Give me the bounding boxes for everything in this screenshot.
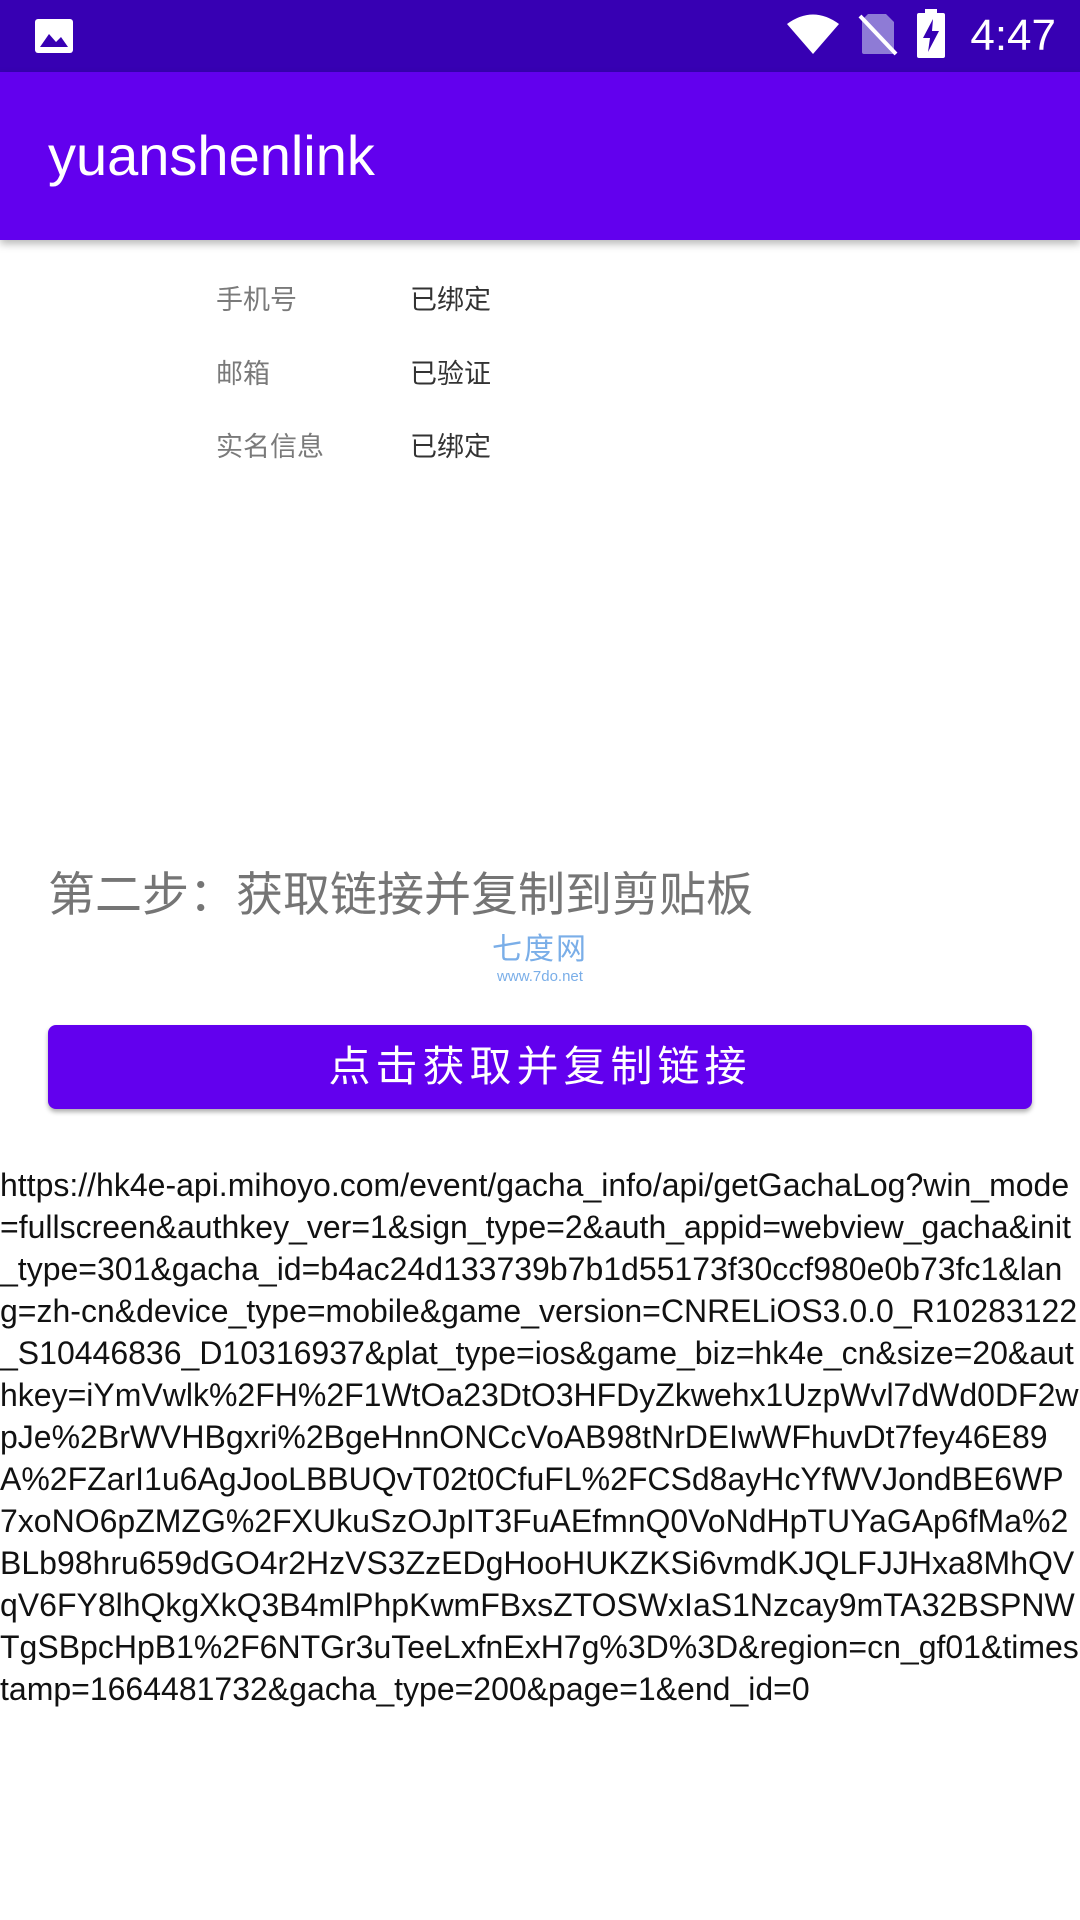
image-icon [34,18,74,54]
status-icons: 4:47 [768,0,1056,72]
watermark-name: 七度网 [492,932,588,967]
info-row-email: 邮箱 已验证 [216,351,916,399]
battery-charging-icon [916,9,946,63]
no-sim-icon [858,12,898,60]
info-row-phone: 手机号 已绑定 [216,277,916,325]
wifi-icon [786,13,840,59]
info-value: 已绑定 [410,285,491,316]
app-bar: yuanshenlink [0,72,1080,240]
get-and-copy-link-button[interactable]: 点击获取并复制链接 [48,1025,1032,1109]
info-row-realname: 实名信息 已绑定 [216,424,916,472]
app-screen: 4:47 yuanshenlink 手机号 已绑定 邮箱 已验证 实名信息 已绑… [0,0,1080,1920]
gacha-link-text[interactable]: https://hk4e-api.mihoyo.com/event/gacha_… [0,1164,1080,1710]
info-label: 手机号 [216,285,297,316]
status-bar: 4:47 [0,0,1080,72]
info-label: 邮箱 [216,359,270,390]
info-value: 已验证 [410,359,491,390]
info-label: 实名信息 [216,432,324,463]
status-time: 4:47 [970,11,1056,60]
watermark: 七度网 www.7do.net [478,932,602,986]
watermark-url: www.7do.net [497,968,583,985]
app-title: yuanshenlink [48,124,375,187]
info-value: 已绑定 [410,432,491,463]
step-heading: 第二步：获取链接并复制到剪贴板 [48,868,753,923]
